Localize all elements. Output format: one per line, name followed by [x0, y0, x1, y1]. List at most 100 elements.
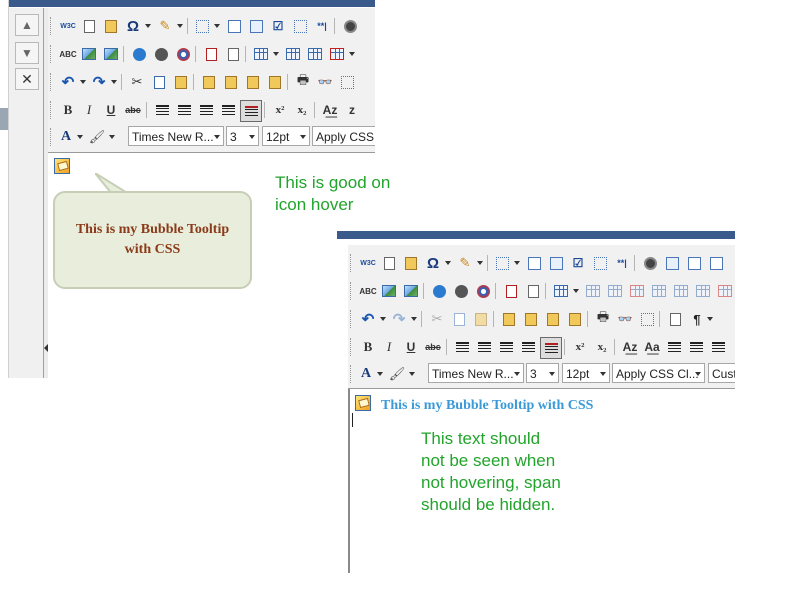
select-all-icon[interactable]	[637, 309, 657, 329]
document-icon[interactable]	[173, 44, 193, 64]
redo-icon[interactable]: ↷	[89, 72, 109, 92]
paste-format-icon[interactable]	[565, 309, 585, 329]
image-icon[interactable]	[79, 44, 99, 64]
paste-word-icon[interactable]	[521, 309, 541, 329]
paste-html-icon[interactable]	[243, 72, 263, 92]
scroll-up-button[interactable]: ▲	[15, 14, 39, 36]
w3c-validate-icon[interactable]: W3C	[58, 16, 78, 36]
copy-icon[interactable]	[449, 309, 469, 329]
undo-dropdown-caret[interactable]	[80, 80, 86, 84]
find-icon[interactable]: 👓	[615, 309, 635, 329]
clean-format-icon[interactable]	[401, 253, 421, 273]
subscript-icon[interactable]: x₂	[592, 337, 612, 357]
snippet-icon[interactable]: ✎	[455, 253, 475, 273]
align-right-icon[interactable]	[496, 337, 516, 357]
align-center-icon[interactable]	[174, 100, 194, 120]
media-icon[interactable]	[129, 44, 149, 64]
show-borders-icon[interactable]	[524, 253, 544, 273]
paste-text-icon[interactable]	[199, 72, 219, 92]
underline-icon[interactable]: U	[401, 337, 421, 357]
delete-row-icon[interactable]	[327, 44, 347, 64]
highlight-icon[interactable]: 🖌	[87, 127, 107, 147]
superscript-icon[interactable]: x²	[270, 100, 290, 120]
print-icon[interactable]: 🖶	[593, 309, 613, 329]
split-cells-icon[interactable]	[671, 281, 691, 301]
media-icon[interactable]	[429, 281, 449, 301]
print-icon[interactable]: 🖶	[293, 72, 313, 92]
image-map-icon[interactable]	[101, 44, 121, 64]
flash-icon[interactable]	[151, 44, 171, 64]
scroll-down-button[interactable]: ▼	[15, 42, 39, 64]
css-class-select[interactable]: Apply CSS C	[312, 126, 375, 146]
paste-icon[interactable]	[171, 72, 191, 92]
insert-column-icon[interactable]	[283, 44, 303, 64]
paste-icon[interactable]	[471, 309, 491, 329]
tooltip-trigger-icon[interactable]	[355, 395, 371, 411]
undo-dropdown-caret[interactable]	[380, 317, 386, 321]
point-size-select[interactable]: 12pt	[262, 126, 310, 146]
template-icon[interactable]	[523, 281, 543, 301]
highlight-dropdown-caret[interactable]	[409, 372, 415, 376]
point-size-select[interactable]: 12pt	[562, 363, 610, 383]
bold-icon[interactable]: B	[358, 337, 378, 357]
show-borders-icon[interactable]	[224, 16, 244, 36]
convert-lower-icon[interactable]: A͟z	[320, 100, 340, 120]
font-color-icon[interactable]: A	[356, 364, 376, 384]
italic-icon[interactable]: I	[379, 337, 399, 357]
redo-icon[interactable]: ↷	[389, 309, 409, 329]
paragraph-mark-caret[interactable]	[707, 317, 713, 321]
omega-dropdown-caret[interactable]	[145, 24, 151, 28]
custom-select[interactable]: Cust	[708, 363, 735, 383]
delete-table-icon[interactable]	[715, 281, 735, 301]
format-code-icon[interactable]	[79, 16, 99, 36]
redo-dropdown-caret[interactable]	[111, 80, 117, 84]
checkbox-icon[interactable]: ☑	[268, 16, 288, 36]
omega-dropdown-caret[interactable]	[445, 261, 451, 265]
snippet-icon[interactable]: ✎	[155, 16, 175, 36]
table-icon[interactable]	[251, 44, 271, 64]
undo-icon[interactable]: ↶	[358, 309, 378, 329]
image-icon[interactable]	[379, 281, 399, 301]
label-icon[interactable]	[706, 253, 726, 273]
align-left-icon[interactable]	[452, 337, 472, 357]
convert-lower-icon[interactable]: A͟z	[620, 337, 640, 357]
underline-icon[interactable]: U	[101, 100, 121, 120]
insert-link-icon[interactable]	[501, 281, 521, 301]
justify-none-icon[interactable]	[540, 337, 562, 359]
snippet-dropdown-caret[interactable]	[177, 24, 183, 28]
select-all-icon[interactable]	[337, 72, 357, 92]
font-color-icon[interactable]: A	[56, 127, 76, 147]
convert-upper-icon[interactable]: z	[342, 100, 362, 120]
form-icon[interactable]	[246, 16, 266, 36]
radio-button-icon[interactable]	[340, 16, 360, 36]
indent-icon[interactable]	[686, 337, 706, 357]
justify-icon[interactable]	[518, 337, 538, 357]
button-field-icon[interactable]	[662, 253, 682, 273]
hidden-field-icon[interactable]: **|	[312, 16, 332, 36]
textarea-icon[interactable]	[290, 16, 310, 36]
subscript-icon[interactable]: x₂	[292, 100, 312, 120]
highlight-dropdown-caret[interactable]	[109, 135, 115, 139]
paste-word-icon[interactable]	[221, 72, 241, 92]
align-right-icon[interactable]	[196, 100, 216, 120]
font-color-dropdown-caret[interactable]	[377, 372, 383, 376]
highlight-icon[interactable]: 🖌	[387, 364, 407, 384]
undo-icon[interactable]: ↶	[58, 72, 78, 92]
tooltip-trigger-icon[interactable]	[54, 158, 70, 174]
document-icon[interactable]	[473, 281, 493, 301]
cut-icon[interactable]: ✂	[127, 72, 147, 92]
paragraph-list-icon[interactable]	[492, 253, 512, 273]
font-color-dropdown-caret[interactable]	[77, 135, 83, 139]
form-icon[interactable]	[546, 253, 566, 273]
font-size-select[interactable]: 3	[526, 363, 559, 383]
strikethrough-icon[interactable]: abc	[123, 100, 143, 120]
format-code-icon[interactable]	[379, 253, 399, 273]
insert-column-icon[interactable]	[583, 281, 603, 301]
italic-icon[interactable]: I	[79, 100, 99, 120]
close-button[interactable]: ✕	[15, 68, 39, 90]
w3c-validate-icon[interactable]: W3C	[358, 253, 378, 273]
textarea-icon[interactable]	[590, 253, 610, 273]
paragraph-dropdown-caret[interactable]	[514, 261, 520, 265]
image-map-icon[interactable]	[401, 281, 421, 301]
merge-cells-icon[interactable]	[649, 281, 669, 301]
